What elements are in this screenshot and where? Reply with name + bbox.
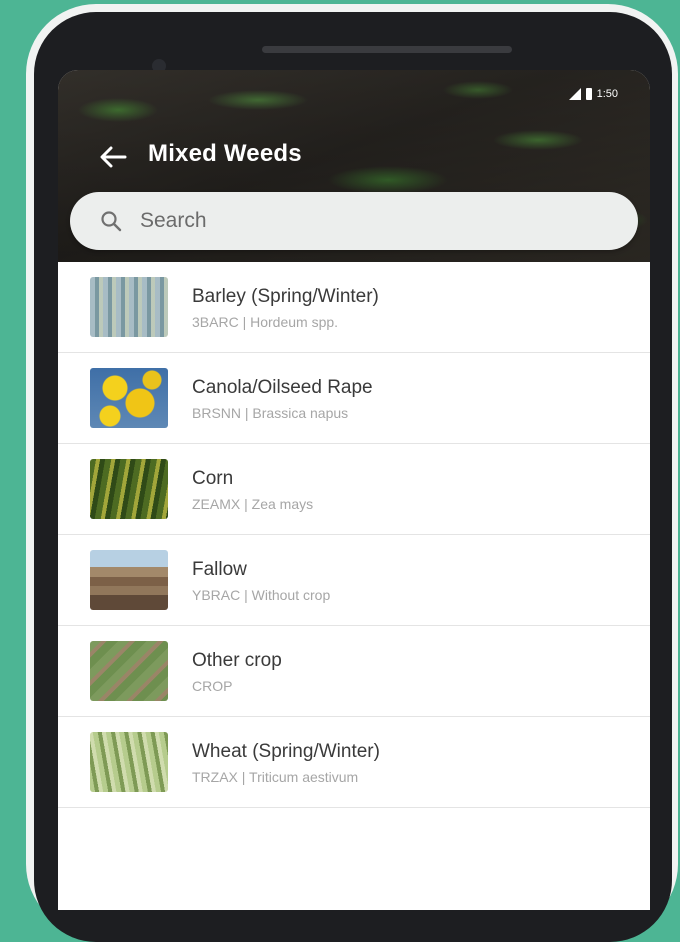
list-item-subtitle: TRZAX | Triticum aestivum — [192, 769, 359, 785]
list-item-title: Wheat (Spring/Winter) — [192, 741, 380, 762]
search-input[interactable] — [140, 209, 540, 233]
list-item-wheat[interactable]: Wheat (Spring/Winter) TRZAX | Triticum a… — [58, 717, 650, 808]
list-item-subtitle: BRSNN | Brassica napus — [192, 405, 349, 421]
list-item-title: Other crop — [192, 650, 282, 671]
wheat-thumbnail — [90, 732, 168, 792]
list-item-barley[interactable]: Barley (Spring/Winter) 3BARC | Hordeum s… — [58, 262, 650, 353]
list-item-canola[interactable]: Canola/Oilseed Rape BRSNN | Brassica nap… — [58, 353, 650, 444]
list-item-subtitle: 3BARC | Hordeum spp. — [192, 314, 339, 330]
barley-thumbnail — [90, 277, 168, 337]
list-item-subtitle: ZEAMX | Zea mays — [192, 496, 314, 512]
back-button[interactable] — [96, 142, 130, 172]
list-item-title: Barley (Spring/Winter) — [192, 286, 379, 307]
list-item-title: Fallow — [192, 559, 247, 580]
other-crop-thumbnail — [90, 641, 168, 701]
fallow-thumbnail — [90, 550, 168, 610]
crop-list: Barley (Spring/Winter) 3BARC | Hordeum s… — [58, 262, 650, 808]
signal-icon — [568, 88, 581, 100]
list-item-fallow[interactable]: Fallow YBRAC | Without crop — [58, 535, 650, 626]
header-banner-image: 1:50 Mixed Weeds — [58, 70, 650, 262]
list-item-title: Canola/Oilseed Rape — [192, 377, 373, 398]
status-time: 1:50 — [596, 88, 618, 100]
canola-thumbnail — [90, 368, 168, 428]
status-bar: 1:50 — [568, 86, 618, 102]
list-item-subtitle: CROP — [192, 678, 233, 694]
list-item-subtitle: YBRAC | Without crop — [192, 587, 331, 603]
corn-thumbnail — [90, 459, 168, 519]
arrow-back-icon — [100, 146, 127, 168]
page-title: Mixed Weeds — [148, 140, 302, 167]
list-item-title: Corn — [192, 468, 234, 489]
list-item-other-crop[interactable]: Other crop CROP — [58, 626, 650, 717]
app-screen: 1:50 Mixed Weeds Barley (Spring/Winter) … — [58, 70, 650, 910]
list-item-corn[interactable]: Corn ZEAMX | Zea mays — [58, 444, 650, 535]
phone-speaker — [262, 46, 512, 53]
search-bar[interactable] — [70, 192, 638, 250]
battery-icon — [585, 88, 592, 100]
search-icon — [101, 211, 122, 232]
